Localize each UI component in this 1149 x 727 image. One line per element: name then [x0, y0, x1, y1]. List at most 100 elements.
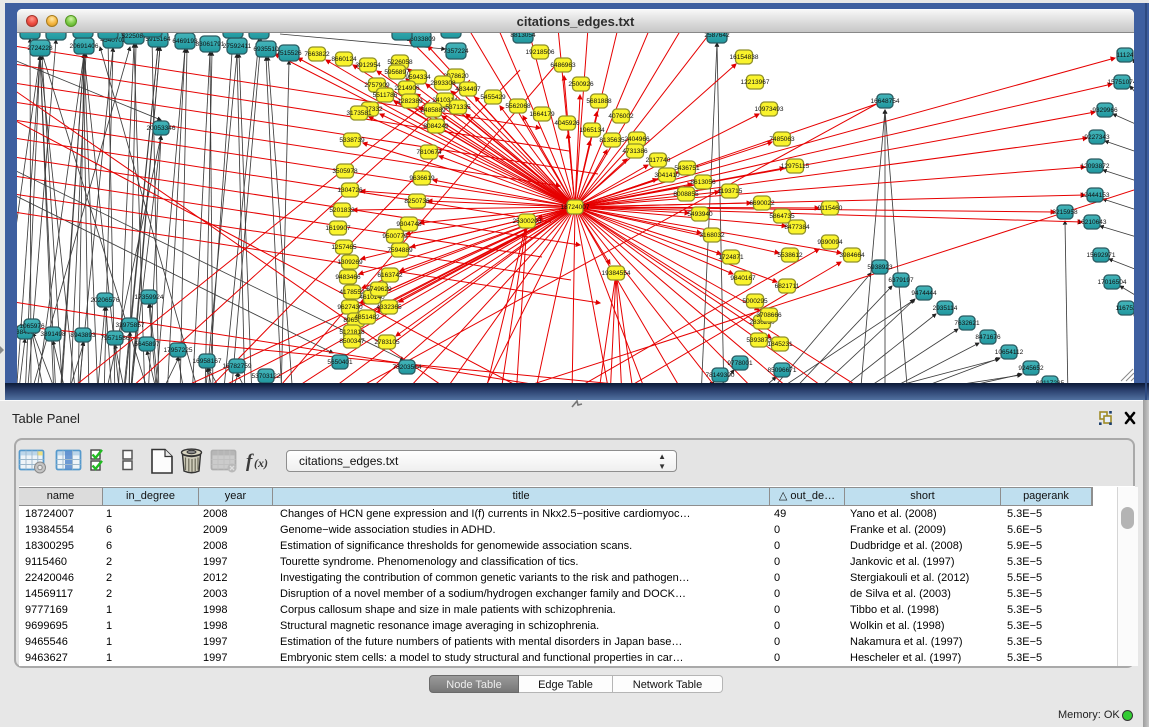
svg-text:f: f: [246, 451, 254, 472]
svg-text:6690022: 6690022: [749, 200, 775, 207]
svg-text:9227343: 9227343: [1084, 134, 1110, 141]
svg-text:2587642: 2587642: [704, 32, 730, 39]
svg-text:1282389: 1282389: [397, 98, 423, 105]
svg-text:3708666: 3708666: [756, 312, 782, 319]
svg-text:8135635: 8135635: [599, 137, 625, 144]
svg-text:5493940: 5493940: [687, 211, 713, 218]
svg-text:2485889: 2485889: [420, 107, 446, 114]
svg-text:16648754: 16648754: [871, 98, 900, 105]
svg-text:7515526: 7515526: [276, 50, 302, 57]
svg-text:9636619: 9636619: [409, 175, 435, 182]
svg-text:3912954: 3912954: [355, 62, 381, 69]
svg-text:4851482: 4851482: [354, 314, 380, 321]
svg-text:5000295: 5000295: [742, 298, 768, 305]
svg-text:8250736: 8250736: [404, 198, 430, 205]
svg-text:9390094: 9390094: [817, 239, 843, 246]
svg-text:85096671: 85096671: [768, 367, 797, 374]
svg-text:5455429: 5455429: [480, 94, 506, 101]
svg-text:2117740: 2117740: [646, 157, 671, 164]
svg-text:9778001: 9778001: [727, 360, 753, 367]
svg-text:17016504: 17016504: [1098, 279, 1127, 286]
svg-text:12213967: 12213967: [741, 79, 770, 86]
svg-text:6469193: 6469193: [172, 38, 198, 45]
svg-text:12444153: 12444153: [1081, 192, 1110, 199]
svg-text:19384554: 19384554: [602, 270, 631, 277]
svg-text:2783105: 2783105: [374, 339, 400, 346]
svg-text:8471676: 8471676: [975, 334, 1001, 341]
svg-text:7485063: 7485063: [769, 136, 795, 143]
svg-text:3215958: 3215958: [1052, 209, 1078, 216]
svg-text:4332365: 4332365: [376, 304, 402, 311]
svg-text:8477384: 8477384: [784, 224, 810, 231]
svg-text:6163742: 6163742: [377, 272, 403, 279]
svg-text:17359924: 17359924: [135, 294, 164, 301]
svg-text:7594889: 7594889: [387, 247, 413, 254]
svg-text:10654112: 10654112: [995, 349, 1024, 356]
svg-text:5371335: 5371335: [445, 104, 471, 111]
svg-text:8813054: 8813054: [510, 32, 536, 39]
svg-text:7663822: 7663822: [304, 51, 330, 58]
svg-text:5338739: 5338739: [339, 137, 365, 144]
svg-text:15751074: 15751074: [1108, 79, 1137, 86]
svg-text:9483466: 9483466: [335, 274, 361, 281]
svg-text:16210643: 16210643: [1078, 219, 1107, 226]
svg-text:9594334: 9594334: [405, 74, 431, 81]
svg-text:5511786: 5511786: [373, 92, 398, 99]
svg-text:4834497: 4834497: [455, 86, 481, 93]
svg-text:2893308: 2893308: [430, 80, 456, 87]
svg-text:53703122: 53703122: [252, 373, 281, 380]
svg-text:6749629: 6749629: [366, 286, 392, 293]
svg-text:8660124: 8660124: [331, 56, 357, 63]
svg-text:2404966: 2404966: [624, 136, 650, 143]
svg-text:5201832: 5201832: [329, 207, 355, 214]
svg-text:5562068: 5562068: [505, 103, 531, 110]
svg-text:9500779: 9500779: [382, 233, 408, 240]
svg-text:6935510: 6935510: [253, 46, 279, 53]
svg-text:8008855: 8008855: [673, 191, 699, 198]
svg-text:9474444: 9474444: [911, 290, 937, 297]
svg-text:20691406: 20691406: [70, 43, 99, 50]
svg-text:20053346: 20053346: [147, 125, 176, 132]
svg-text:1309269: 1309269: [337, 259, 363, 266]
svg-text:2935114: 2935114: [933, 305, 958, 312]
svg-text:69117285: 69117285: [1036, 380, 1065, 387]
svg-text:9115460: 9115460: [818, 205, 843, 212]
svg-text:1965134: 1965134: [579, 127, 605, 134]
svg-text:2214906: 2214906: [394, 85, 420, 92]
svg-text:3168032: 3168032: [699, 232, 725, 239]
svg-text:4731386: 4731386: [622, 148, 648, 155]
svg-text:83061791: 83061791: [196, 41, 225, 48]
svg-text:7357224: 7357224: [443, 48, 469, 55]
svg-text:6379197: 6379197: [888, 277, 914, 284]
svg-text:25300203: 25300203: [513, 218, 542, 225]
svg-text:16958167: 16958167: [193, 358, 222, 365]
svg-text:16782759: 16782759: [223, 363, 252, 370]
svg-text:9840167: 9840167: [730, 275, 756, 282]
svg-text:3505978: 3505978: [332, 168, 358, 175]
svg-text:7632621: 7632621: [954, 320, 980, 327]
svg-text:4076002: 4076002: [608, 113, 634, 120]
svg-text:78149300: 78149300: [706, 372, 735, 379]
svg-text:20206576: 20206576: [91, 297, 120, 304]
svg-text:5436751: 5436751: [674, 165, 700, 172]
svg-text:78203564: 78203564: [393, 364, 422, 371]
svg-text:1065976: 1065976: [19, 323, 45, 330]
svg-text:9245652: 9245652: [1018, 365, 1044, 372]
svg-text:5681888: 5681888: [586, 98, 612, 105]
svg-text:11124: 11124: [1116, 52, 1133, 59]
svg-text:7810674: 7810674: [416, 149, 442, 156]
svg-text:2500926: 2500926: [568, 81, 594, 88]
svg-text:1257465: 1257465: [331, 244, 357, 251]
svg-text:79571586: 79571586: [101, 335, 130, 342]
svg-text:2724228: 2724228: [27, 45, 53, 52]
svg-text:6486963: 6486963: [550, 62, 576, 69]
svg-text:3984664: 3984664: [839, 252, 865, 259]
svg-text:5864735: 5864735: [769, 213, 795, 220]
svg-text:9304748: 9304748: [396, 221, 422, 228]
svg-text:27592411: 27592411: [223, 43, 252, 50]
svg-text:9627430: 9627430: [337, 304, 363, 311]
svg-text:1193715: 1193715: [718, 188, 743, 195]
svg-text:5650401: 5650401: [327, 359, 353, 366]
svg-text:3173581: 3173581: [346, 110, 372, 117]
svg-text:8943893: 8943893: [70, 332, 96, 339]
